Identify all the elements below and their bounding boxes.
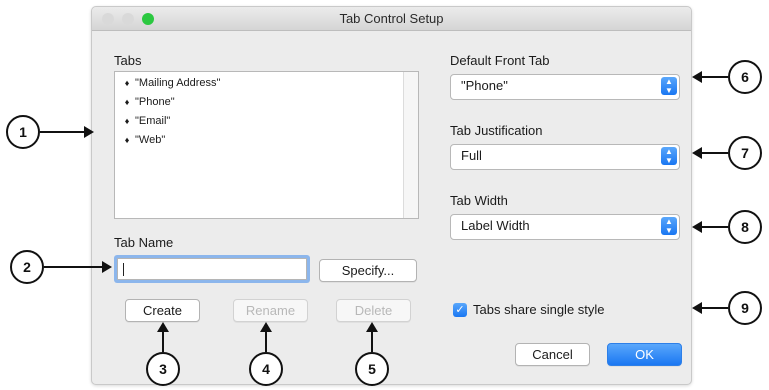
callout-2: 2 [10, 250, 44, 284]
tab-name-label: Tab Name [114, 235, 174, 250]
tab-justification-label: Tab Justification [450, 123, 543, 138]
share-style-label: Tabs share single style [473, 302, 605, 317]
create-button[interactable]: Create [125, 299, 200, 322]
drag-handle-icon[interactable]: ♦ [119, 74, 135, 93]
arrow-right-icon [102, 261, 112, 273]
arrow-left-icon [692, 147, 702, 159]
callout-3: 3 [146, 352, 180, 386]
default-front-tab-select[interactable]: "Phone" ▲ ▼ [450, 74, 680, 100]
drag-handle-icon[interactable]: ♦ [119, 93, 135, 112]
cancel-button[interactable]: Cancel [515, 343, 590, 366]
share-style-checkbox[interactable]: ✓ [453, 303, 467, 317]
specify-button[interactable]: Specify... [319, 259, 417, 282]
tab-control-setup-dialog: Tab Control Setup Tabs ♦ "Mailing Address… [91, 6, 692, 385]
arrow-up-icon [366, 322, 378, 332]
callout-3-line [162, 332, 164, 352]
rename-button[interactable]: Rename [233, 299, 308, 322]
list-item[interactable]: ♦ "Web" [119, 131, 399, 150]
list-item[interactable]: ♦ "Mailing Address" [119, 74, 399, 93]
window-title: Tab Control Setup [339, 11, 444, 26]
arrow-left-icon [692, 71, 702, 83]
tab-name-input[interactable] [117, 258, 307, 280]
scrollbar[interactable] [403, 72, 418, 218]
callout-8-line [702, 226, 728, 228]
title-bar: Tab Control Setup [92, 7, 691, 31]
callout-1-line [40, 131, 84, 133]
callout-9: 9 [728, 291, 762, 325]
ok-button[interactable]: OK [607, 343, 682, 366]
tab-item-label: "Mailing Address" [135, 77, 221, 89]
tab-width-value: Label Width [461, 218, 530, 233]
callout-9-line [702, 307, 728, 309]
tabs-list[interactable]: ♦ "Mailing Address" ♦ "Phone" ♦ "Email" ♦ "W… [114, 71, 419, 219]
delete-button[interactable]: Delete [336, 299, 411, 322]
tabs-label: Tabs [114, 53, 142, 68]
arrow-right-icon [84, 126, 94, 138]
chevron-up-down-icon: ▲ ▼ [661, 147, 677, 165]
callout-1: 1 [6, 115, 40, 149]
tab-width-select[interactable]: Label Width ▲ ▼ [450, 214, 680, 240]
chevron-up-down-icon: ▲ ▼ [661, 77, 677, 95]
chevron-up-down-icon: ▲ ▼ [661, 217, 677, 235]
callout-6-line [702, 76, 728, 78]
tab-item-label: "Phone" [135, 96, 175, 108]
drag-handle-icon[interactable]: ♦ [119, 131, 135, 150]
drag-handle-icon[interactable]: ♦ [119, 112, 135, 131]
callout-5-line [371, 332, 373, 352]
list-item[interactable]: ♦ "Email" [119, 112, 399, 131]
callout-5: 5 [355, 352, 389, 386]
default-front-tab-label: Default Front Tab [450, 53, 550, 68]
callout-7-line [702, 152, 728, 154]
list-item[interactable]: ♦ "Phone" [119, 93, 399, 112]
tab-width-label: Tab Width [450, 193, 508, 208]
default-front-tab-value: "Phone" [461, 78, 508, 93]
tab-justification-value: Full [461, 148, 482, 163]
tab-justification-select[interactable]: Full ▲ ▼ [450, 144, 680, 170]
tab-item-label: "Web" [135, 134, 166, 146]
callout-8: 8 [728, 210, 762, 244]
arrow-left-icon [692, 302, 702, 314]
text-caret [123, 263, 124, 276]
callout-4: 4 [249, 352, 283, 386]
callout-7: 7 [728, 136, 762, 170]
arrow-left-icon [692, 221, 702, 233]
callout-2-line [44, 266, 102, 268]
callout-6: 6 [728, 60, 762, 94]
callout-4-line [265, 332, 267, 352]
arrow-up-icon [260, 322, 272, 332]
arrow-up-icon [157, 322, 169, 332]
tab-item-label: "Email" [135, 115, 171, 127]
